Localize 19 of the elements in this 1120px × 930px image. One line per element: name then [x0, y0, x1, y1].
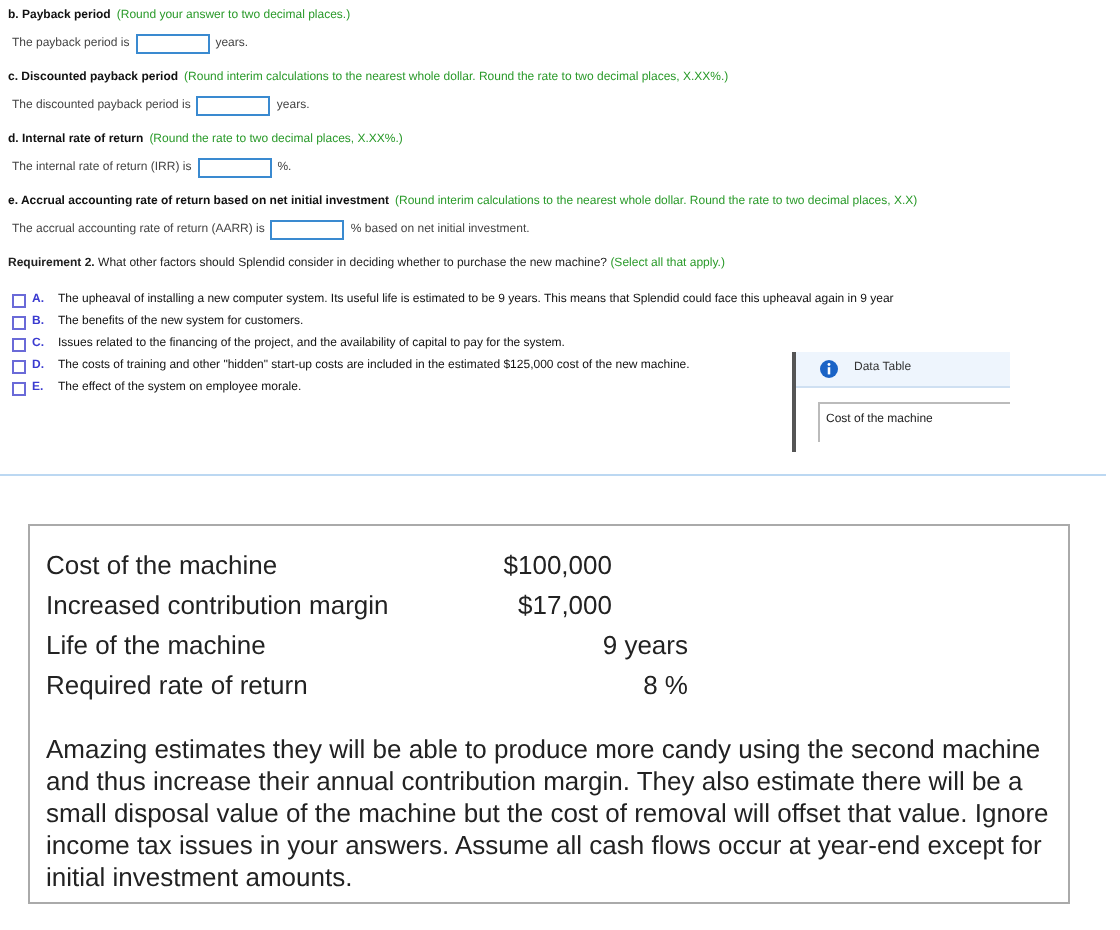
- checkbox[interactable]: [12, 338, 26, 352]
- answer-field[interactable]: [270, 220, 345, 240]
- answer-field[interactable]: [135, 34, 210, 54]
- table-cell-text: $17,000: [516, 588, 612, 624]
- table-cell-text: Life of the machine: [46, 628, 268, 664]
- table-cell-text: Cost of the machine: [46, 548, 280, 584]
- checkbox[interactable]: [12, 316, 26, 330]
- answer-field[interactable]: [196, 96, 271, 116]
- answer-field[interactable]: [197, 158, 272, 178]
- info-icon: [820, 360, 838, 378]
- checkbox[interactable]: [12, 294, 26, 308]
- checkbox[interactable]: [12, 360, 26, 374]
- table-cell-text: Required rate of return: [46, 668, 310, 704]
- table-cell-text: $100,000: [501, 548, 612, 584]
- table-cell-text: 9 years: [600, 628, 688, 664]
- table-cell-text: Increased contribution margin: [46, 588, 391, 624]
- checkbox[interactable]: [12, 382, 26, 396]
- assumptions-note: Amazing estimates they will be able to produce more candy using the second machine and thus increase their annual contribution margin. They also estimate there will be a small disposal value of the machine but the cost of removal will offset that value. Ignore income tax issues in your answers. Assume all cash flows occur at year-end except for initial investment amounts.: [46, 734, 1051, 894]
- table-cell-text: 8 %: [641, 668, 688, 704]
